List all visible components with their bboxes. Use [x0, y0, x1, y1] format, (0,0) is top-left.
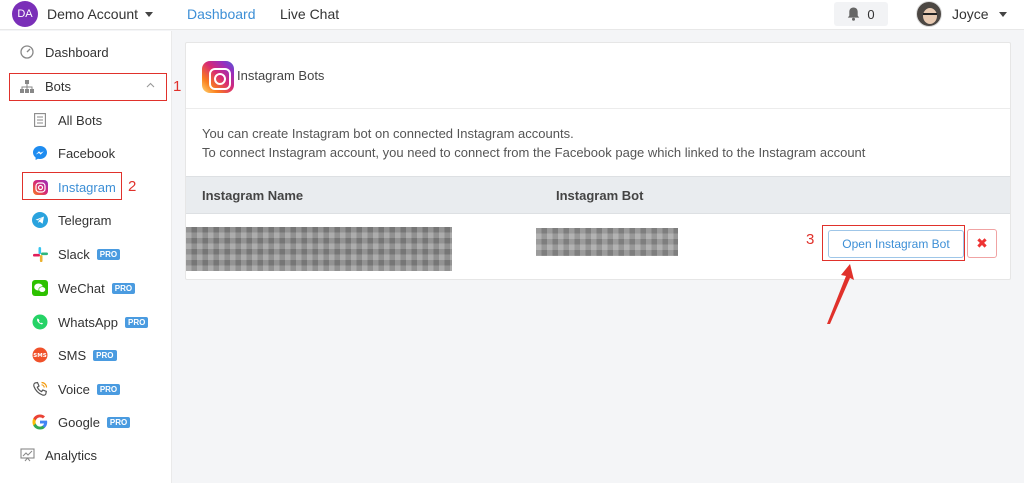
annotation-box-instagram	[22, 172, 122, 200]
pro-badge: PRO	[96, 383, 121, 395]
pro-badge: PRO	[93, 349, 117, 361]
google-icon	[31, 413, 49, 431]
sidebar-item-label: Slack	[58, 246, 90, 262]
sidebar-item-facebook[interactable]: Facebook	[0, 138, 172, 168]
sidebar-item-google[interactable]: Google PRO	[0, 407, 172, 437]
user-name: Joyce	[952, 6, 989, 22]
delete-button[interactable]: ✖	[967, 229, 997, 258]
sidebar-item-label: Facebook	[58, 145, 116, 161]
sidebar-item-voice[interactable]: Voice PRO	[0, 374, 172, 404]
notifications-button[interactable]: 0	[834, 2, 888, 26]
bell-icon	[848, 7, 860, 21]
annotation-number-1: 1	[173, 78, 182, 95]
dashboard-icon	[18, 43, 36, 61]
sidebar-item-sms[interactable]: SMS SMS PRO	[0, 340, 172, 370]
description-line-2: To connect Instagram account, you need t…	[202, 145, 866, 160]
pro-badge: PRO	[124, 316, 149, 328]
sidebar-item-label: Google	[58, 414, 100, 430]
sidebar-item-label: Voice	[58, 381, 90, 397]
nav-live-chat[interactable]: Live Chat	[280, 6, 339, 22]
column-header-instagram-bot: Instagram Bot	[556, 188, 644, 203]
user-menu[interactable]: Joyce	[916, 0, 1007, 28]
redacted-instagram-name	[186, 227, 452, 271]
table-header: Instagram Name Instagram Bot	[186, 176, 1010, 214]
redacted-instagram-bot	[536, 228, 678, 256]
sidebar-item-dashboard[interactable]: Dashboard	[0, 37, 172, 67]
sidebar-item-label: Telegram	[58, 212, 112, 228]
sidebar-item-label: WhatsApp	[58, 314, 118, 330]
list-icon	[31, 111, 49, 129]
sidebar-item-wechat[interactable]: WeChat PRO	[0, 273, 172, 303]
sidebar-item-all-bots[interactable]: All Bots	[0, 105, 172, 135]
analytics-icon	[18, 446, 36, 464]
account-switcher[interactable]: DA Demo Account	[12, 1, 154, 27]
account-name: Demo Account	[47, 6, 139, 22]
annotation-number-3: 3	[806, 231, 815, 248]
annotation-arrow	[827, 264, 854, 324]
sidebar-item-label: WeChat	[58, 280, 105, 296]
sidebar-item-whatsapp[interactable]: WhatsApp PRO	[0, 307, 172, 337]
slack-icon	[31, 245, 49, 263]
sidebar-item-label: Analytics	[45, 447, 98, 463]
account-avatar: DA	[12, 1, 38, 27]
sidebar-item-label: SMS	[58, 347, 87, 363]
chevron-down-icon	[145, 11, 154, 17]
instagram-logo-icon	[202, 61, 234, 93]
sidebar-item-label: Dashboard	[45, 44, 109, 60]
annotation-number-2: 2	[128, 178, 137, 195]
annotation-box-open-bot	[822, 225, 965, 261]
annotation-box-bots	[9, 73, 167, 101]
notification-count: 0	[867, 6, 875, 22]
top-bar: DA Demo Account Dashboard Live Chat 0 Jo…	[0, 0, 1024, 30]
telegram-icon	[31, 211, 49, 229]
pro-badge: PRO	[106, 416, 131, 428]
panel-header: Instagram Bots	[186, 43, 1010, 109]
phone-icon	[31, 380, 49, 398]
description-line-1: You can create Instagram bot on connecte…	[202, 126, 574, 141]
pro-badge: PRO	[111, 282, 136, 294]
sms-icon: SMS	[31, 346, 49, 364]
svg-text:SMS: SMS	[33, 353, 46, 359]
sidebar-item-slack[interactable]: Slack PRO	[0, 239, 172, 269]
pro-badge: PRO	[96, 248, 121, 260]
sidebar-item-analytics[interactable]: Analytics	[0, 440, 172, 470]
messenger-icon	[31, 144, 49, 162]
sidebar-item-label: All Bots	[58, 112, 103, 128]
column-header-instagram-name: Instagram Name	[202, 188, 304, 203]
wechat-icon	[31, 279, 49, 297]
description: You can create Instagram bot on connecte…	[202, 124, 865, 162]
chevron-down-icon	[998, 11, 1007, 17]
whatsapp-icon	[31, 313, 49, 331]
page-title: Instagram Bots	[237, 68, 325, 83]
nav-dashboard[interactable]: Dashboard	[187, 6, 256, 22]
sidebar-item-telegram[interactable]: Telegram	[0, 205, 172, 235]
user-avatar	[916, 1, 942, 27]
